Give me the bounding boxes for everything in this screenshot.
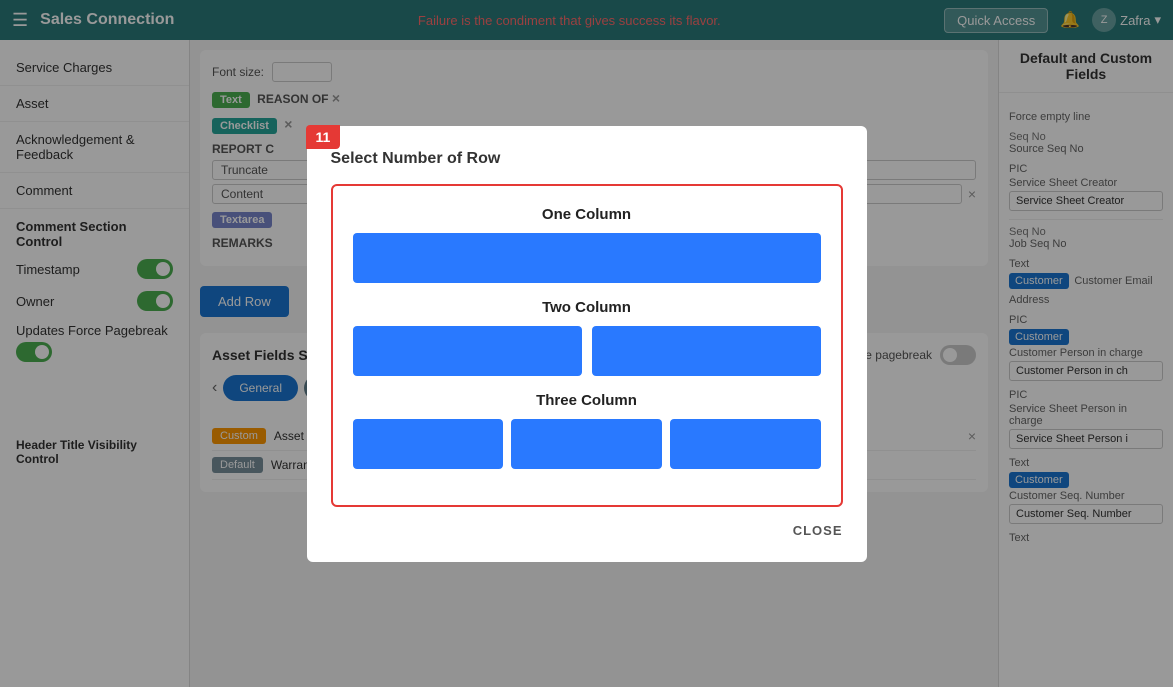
col-bar-3b — [511, 419, 662, 469]
col-bar-3a — [353, 419, 504, 469]
modal-badge: 11 — [306, 125, 341, 149]
modal-close-button[interactable]: CLOSE — [793, 523, 843, 538]
one-column-preview — [353, 233, 821, 283]
modal-title: Select Number of Row — [331, 150, 843, 168]
one-column-title: One Column — [353, 206, 821, 223]
modal-column-options: One Column Two Column — [331, 184, 843, 507]
col-bar-2a — [353, 326, 582, 376]
three-column-option[interactable]: Three Column — [353, 392, 821, 469]
two-column-option[interactable]: Two Column — [353, 299, 821, 376]
two-column-title: Two Column — [353, 299, 821, 316]
three-column-title: Three Column — [353, 392, 821, 409]
three-column-preview — [353, 419, 821, 469]
col-bar-1 — [353, 233, 821, 283]
col-bar-2b — [592, 326, 821, 376]
modal: 11 Select Number of Row One Column Two C… — [307, 126, 867, 562]
two-column-preview — [353, 326, 821, 376]
one-column-option[interactable]: One Column — [353, 206, 821, 283]
modal-close-row: CLOSE — [331, 523, 843, 538]
modal-overlay[interactable]: 11 Select Number of Row One Column Two C… — [0, 0, 1173, 687]
col-bar-3c — [670, 419, 821, 469]
